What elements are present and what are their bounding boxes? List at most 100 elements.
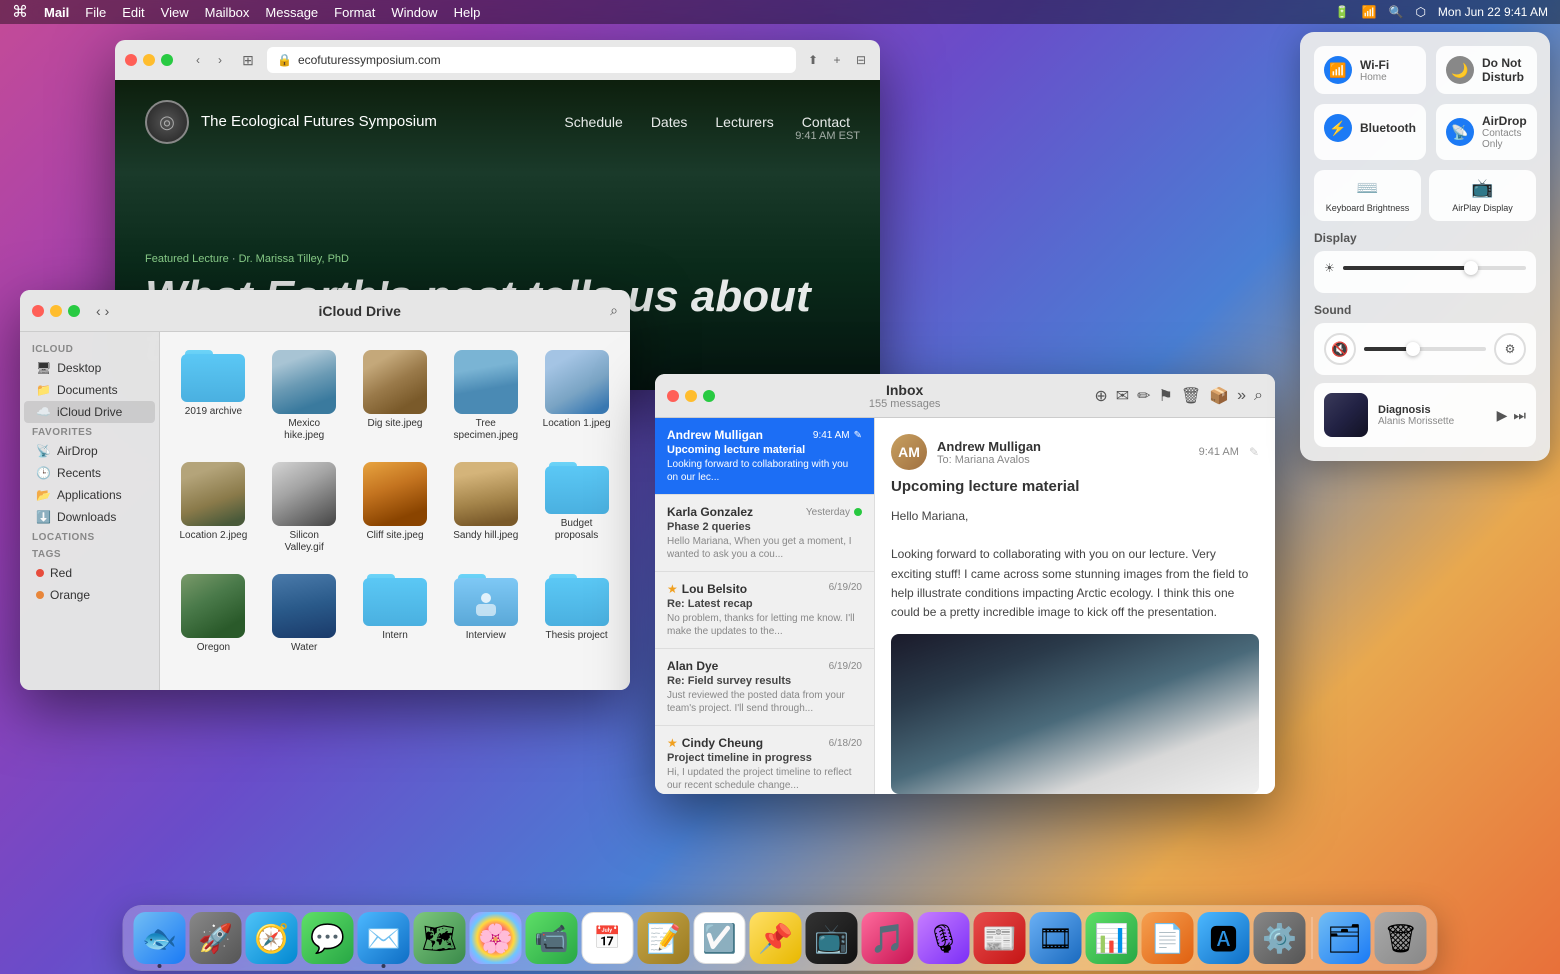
sidebar-item-downloads[interactable]: ⬇️ Downloads — [24, 506, 155, 528]
file-item-tree-specimen[interactable]: Tree specimen.jpeg — [444, 344, 527, 448]
cc-volume-track[interactable] — [1364, 347, 1486, 351]
cc-sound-settings[interactable]: ⚙ — [1494, 333, 1526, 365]
finder-back-button[interactable]: ‹ — [96, 303, 101, 319]
minimize-button[interactable] — [143, 54, 155, 66]
cc-brightness-slider[interactable]: ☀ — [1324, 261, 1526, 275]
mail-item-alan[interactable]: Alan Dye 6/19/20 Re: Field survey result… — [655, 649, 874, 726]
file-item-interview[interactable]: Interview — [444, 568, 527, 660]
menubar-help[interactable]: Help — [454, 5, 481, 20]
maximize-button[interactable] — [161, 54, 173, 66]
dock-item-trash[interactable]: 🗑 — [1375, 912, 1427, 964]
mail-minimize-button[interactable] — [685, 390, 697, 402]
nav-dates[interactable]: Dates — [651, 114, 688, 130]
dock-item-pages[interactable]: 📄 — [1142, 912, 1194, 964]
sidebar-item-recents[interactable]: 🕒 Recents — [24, 462, 155, 484]
sidebar-item-red-tag[interactable]: Red — [24, 562, 155, 584]
close-button[interactable] — [125, 54, 137, 66]
dock-item-calendar[interactable]: 📅 — [582, 912, 634, 964]
menubar-window[interactable]: Window — [391, 5, 437, 20]
mail-archive-button[interactable]: 📦 — [1209, 386, 1229, 406]
menubar-view[interactable]: View — [161, 5, 189, 20]
finder-search-button[interactable]: ⌕ — [610, 302, 618, 319]
nav-contact[interactable]: Contact — [802, 114, 850, 130]
cc-bluetooth-card[interactable]: ⚡ Bluetooth — [1314, 104, 1426, 160]
mail-maximize-button[interactable] — [703, 390, 715, 402]
dock-item-safari[interactable]: 🧭 — [246, 912, 298, 964]
forward-button[interactable]: › — [211, 51, 229, 69]
file-item-budget-proposals[interactable]: Budget proposals — [535, 456, 618, 560]
file-item-2019-archive[interactable]: 2019 archive — [172, 344, 255, 448]
finder-forward-button[interactable]: › — [105, 303, 110, 319]
dock-item-keynote[interactable]: 🎞 — [1030, 912, 1082, 964]
file-item-cliff-site[interactable]: Cliff site.jpeg — [354, 456, 437, 560]
dock-item-finder[interactable]: 🐟 — [134, 912, 186, 964]
siri-icon[interactable]: ⬡ — [1415, 5, 1425, 19]
dock-item-news[interactable]: 📰 — [974, 912, 1026, 964]
url-bar[interactable]: 🔒 ecofuturessymposium.com — [267, 47, 796, 73]
file-item-sandy-hill[interactable]: Sandy hill.jpeg — [444, 456, 527, 560]
sidebar-item-orange-tag[interactable]: Orange — [24, 584, 155, 606]
menubar-message[interactable]: Message — [265, 5, 318, 20]
dock-item-finder2[interactable]: 🗂 — [1319, 912, 1371, 964]
cc-volume-knob-handle[interactable] — [1406, 342, 1420, 356]
back-button[interactable]: ‹ — [189, 51, 207, 69]
mail-compose-new-button[interactable]: ⊕ — [1094, 386, 1107, 406]
menubar-mailbox[interactable]: Mailbox — [205, 5, 250, 20]
mail-send-button[interactable]: ✉ — [1116, 386, 1129, 406]
dock-item-mail[interactable]: ✉️ — [358, 912, 410, 964]
apple-menu[interactable]: ⌘ — [12, 2, 28, 22]
menubar-file[interactable]: File — [85, 5, 106, 20]
finder-maximize-button[interactable] — [68, 305, 80, 317]
nav-lecturers[interactable]: Lecturers — [715, 114, 773, 130]
file-item-water[interactable]: Water — [263, 568, 346, 660]
finder-minimize-button[interactable] — [50, 305, 62, 317]
dock-item-music[interactable]: 🎵 — [862, 912, 914, 964]
dock-item-launchpad[interactable]: 🚀 — [190, 912, 242, 964]
dock-item-appstore[interactable]: 🅰 — [1198, 912, 1250, 964]
menubar-edit[interactable]: Edit — [122, 5, 144, 20]
dock-item-stickies[interactable]: 📌 — [750, 912, 802, 964]
dock-item-sysprefs[interactable]: ⚙️ — [1254, 912, 1306, 964]
file-item-location1[interactable]: Location 1.jpeg — [535, 344, 618, 448]
search-icon[interactable]: 🔍 — [1388, 5, 1403, 19]
cc-play-button[interactable]: ▶ — [1497, 407, 1508, 424]
file-item-oregon[interactable]: Oregon — [172, 568, 255, 660]
dock-item-tv[interactable]: 📺 — [806, 912, 858, 964]
mail-reply-button[interactable]: ✏ — [1137, 386, 1150, 406]
mail-more-button[interactable]: » — [1237, 386, 1246, 406]
mail-item-karla[interactable]: Karla Gonzalez Yesterday Phase 2 queries… — [655, 495, 874, 572]
cc-next-button[interactable]: ⏭ — [1513, 407, 1526, 424]
file-item-silicon-valley[interactable]: Silicon Valley.gif — [263, 456, 346, 560]
mail-search-button[interactable]: ⌕ — [1254, 386, 1263, 406]
nav-schedule[interactable]: Schedule — [564, 114, 622, 130]
sidebar-item-airdrop[interactable]: 📡 AirDrop — [24, 440, 155, 462]
cc-dnd-card[interactable]: 🌙 Do Not Disturb — [1436, 46, 1537, 94]
menubar-format[interactable]: Format — [334, 5, 375, 20]
file-item-dig-site[interactable]: Dig site.jpeg — [354, 344, 437, 448]
sidebar-button[interactable]: ⊟ — [852, 51, 870, 69]
dock-item-reminders[interactable]: ☑️ — [694, 912, 746, 964]
file-item-location2[interactable]: Location 2.jpeg — [172, 456, 255, 560]
share-button[interactable]: ⬆ — [804, 51, 822, 69]
new-tab-button[interactable]: + — [828, 51, 846, 69]
mail-close-button[interactable] — [667, 390, 679, 402]
cc-brightness-track[interactable] — [1343, 266, 1526, 270]
file-item-intern[interactable]: Intern — [354, 568, 437, 660]
dock-item-facetime[interactable]: 📹 — [526, 912, 578, 964]
dock-item-messages[interactable]: 💬 — [302, 912, 354, 964]
mail-item-andrew[interactable]: Andrew Mulligan 9:41 AM ✎ Upcoming lectu… — [655, 418, 874, 495]
cc-airplay-card[interactable]: 📺 AirPlay Display — [1429, 170, 1536, 221]
wifi-icon[interactable]: 📶 — [1362, 5, 1377, 19]
file-item-thesis-project[interactable]: Thesis project — [535, 568, 618, 660]
cc-airdrop-card[interactable]: 📡 AirDrop Contacts Only — [1436, 104, 1537, 160]
dock-item-podcasts[interactable]: 🎙 — [918, 912, 970, 964]
mail-flag-button[interactable]: ⚑ — [1159, 386, 1173, 406]
sidebar-item-documents[interactable]: 📁 Documents — [24, 379, 155, 401]
dock-item-numbers[interactable]: 📊 — [1086, 912, 1138, 964]
sidebar-item-icloud-drive[interactable]: ☁️ iCloud Drive — [24, 401, 155, 423]
sidebar-item-desktop[interactable]: 🖥 Desktop — [24, 357, 155, 379]
finder-close-button[interactable] — [32, 305, 44, 317]
cc-keyboard-card[interactable]: ⌨️ Keyboard Brightness — [1314, 170, 1421, 221]
sidebar-toggle-button[interactable]: ⊞ — [237, 49, 259, 71]
sidebar-item-applications[interactable]: 📂 Applications — [24, 484, 155, 506]
